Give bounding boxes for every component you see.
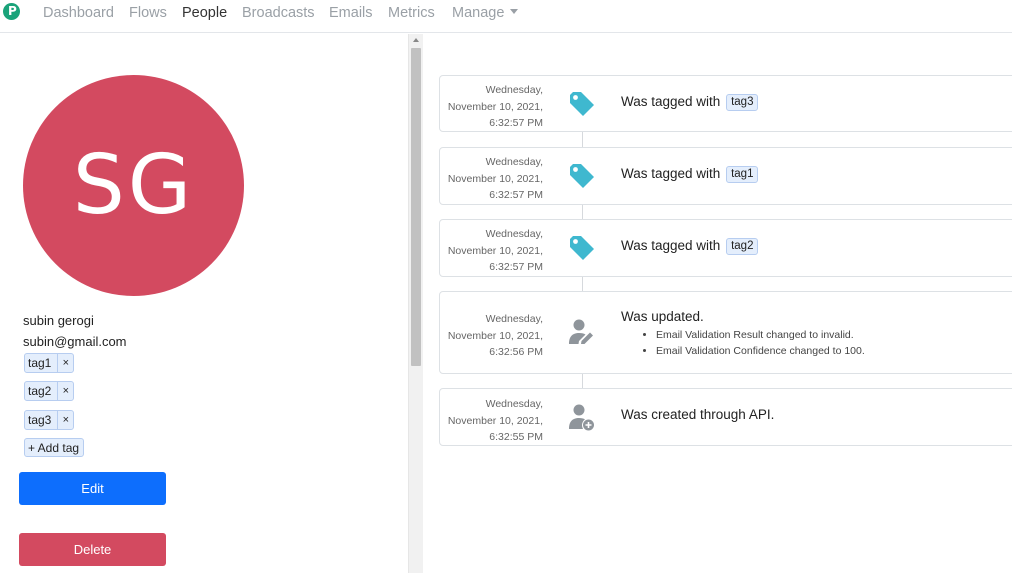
tag-icon — [570, 92, 594, 116]
event-date-time: 6:32:57 PM — [489, 261, 543, 273]
chevron-down-icon — [510, 9, 519, 15]
logo[interactable]: P — [3, 3, 20, 20]
tag-icon — [570, 164, 594, 188]
event-date: Wednesday, November 10, 2021, 6:32:57 PM — [440, 154, 543, 204]
event-date-time: 6:32:57 PM — [489, 189, 543, 201]
edit-button[interactable]: Edit — [19, 472, 166, 505]
event-date: Wednesday, November 10, 2021, 6:32:55 PM — [440, 396, 543, 446]
event-text: Was tagged with tag1 — [621, 166, 759, 183]
nav-metrics[interactable]: Metrics — [388, 5, 435, 21]
tag-label: tag3 — [28, 413, 52, 427]
event-date: Wednesday, November 10, 2021, 6:32:57 PM — [440, 82, 543, 132]
scrollbar-thumb[interactable] — [411, 48, 421, 366]
event-date-full: November 10, 2021, — [447, 329, 543, 342]
tag-pill-tag3: tag3 × — [24, 410, 75, 430]
scrollbar[interactable] — [408, 34, 423, 573]
event-message: Was tagged with — [621, 166, 721, 181]
logo-letter: P — [8, 4, 17, 18]
delete-button[interactable]: Delete — [19, 533, 166, 566]
timeline-event: Wednesday, November 10, 2021, 6:32:55 PM… — [439, 388, 1012, 446]
avatar-initials: SG — [72, 138, 195, 233]
tag-badge: tag2 — [726, 238, 759, 255]
nav-manage-label: Manage — [452, 5, 505, 21]
event-date-time: 6:32:57 PM — [489, 117, 543, 129]
event-date-full: November 10, 2021, — [447, 414, 543, 427]
tag-badge: tag3 — [726, 94, 759, 111]
remove-tag-icon[interactable]: × — [57, 354, 73, 372]
event-date-time: 6:32:56 PM — [489, 346, 543, 358]
tag-pill-tag1: tag1 × — [24, 353, 75, 373]
timeline-event: Wednesday, November 10, 2021, 6:32:57 PM… — [439, 219, 1012, 277]
user-add-icon — [569, 404, 594, 431]
event-date-full: November 10, 2021, — [447, 244, 543, 257]
event-date: Wednesday, November 10, 2021, 6:32:57 PM — [440, 226, 543, 276]
event-date-day: Wednesday, — [485, 156, 543, 168]
change-list: Email Validation Result changed to inval… — [656, 327, 865, 359]
nav-dashboard[interactable]: Dashboard — [43, 5, 114, 21]
event-date-full: November 10, 2021, — [447, 172, 543, 185]
nav-manage[interactable]: Manage — [452, 5, 519, 21]
event-date-day: Wednesday, — [485, 84, 543, 96]
nav-broadcasts[interactable]: Broadcasts — [242, 5, 315, 21]
tag-pill-tag2: tag2 × — [24, 381, 75, 401]
event-message: Was tagged with — [621, 94, 721, 109]
remove-tag-icon[interactable]: × — [57, 411, 73, 429]
avatar: SG — [23, 75, 244, 296]
nav-emails[interactable]: Emails — [329, 5, 373, 21]
event-date-full: November 10, 2021, — [447, 100, 543, 113]
change-item: Email Validation Result changed to inval… — [656, 327, 865, 343]
timeline-event: Wednesday, November 10, 2021, 6:32:57 PM… — [439, 75, 1012, 132]
event-text: Was tagged with tag3 — [621, 94, 759, 111]
event-date-day: Wednesday, — [485, 228, 543, 240]
timeline-event: Wednesday, November 10, 2021, 6:32:56 PM… — [439, 291, 1012, 374]
event-date-day: Wednesday, — [485, 313, 543, 325]
scroll-up-icon[interactable] — [413, 38, 419, 42]
remove-tag-icon[interactable]: × — [57, 382, 73, 400]
event-date-day: Wednesday, — [485, 398, 543, 410]
event-message: Was tagged with — [621, 238, 721, 253]
change-item: Email Validation Confidence changed to 1… — [656, 343, 865, 359]
add-tag-button[interactable]: + Add tag — [24, 438, 85, 457]
event-message: Was updated. — [621, 309, 704, 324]
person-email: subin@gmail.com — [23, 334, 127, 349]
tag-label: tag2 — [28, 384, 52, 398]
event-date: Wednesday, November 10, 2021, 6:32:56 PM — [440, 311, 543, 361]
person-name: subin gerogi — [23, 313, 94, 328]
top-nav: P Dashboard Flows People Broadcasts Emai… — [0, 0, 1012, 33]
event-date-time: 6:32:55 PM — [489, 431, 543, 443]
timeline-event: Wednesday, November 10, 2021, 6:32:57 PM… — [439, 147, 1012, 205]
tag-label: tag1 — [28, 356, 52, 370]
event-text: Was tagged with tag2 — [621, 238, 759, 255]
nav-people[interactable]: People — [182, 5, 227, 21]
user-edit-icon — [569, 319, 593, 344]
tag-icon — [570, 236, 594, 260]
nav-flows[interactable]: Flows — [129, 5, 167, 21]
event-message: Was created through API. — [621, 407, 775, 422]
tag-badge: tag1 — [726, 166, 759, 183]
